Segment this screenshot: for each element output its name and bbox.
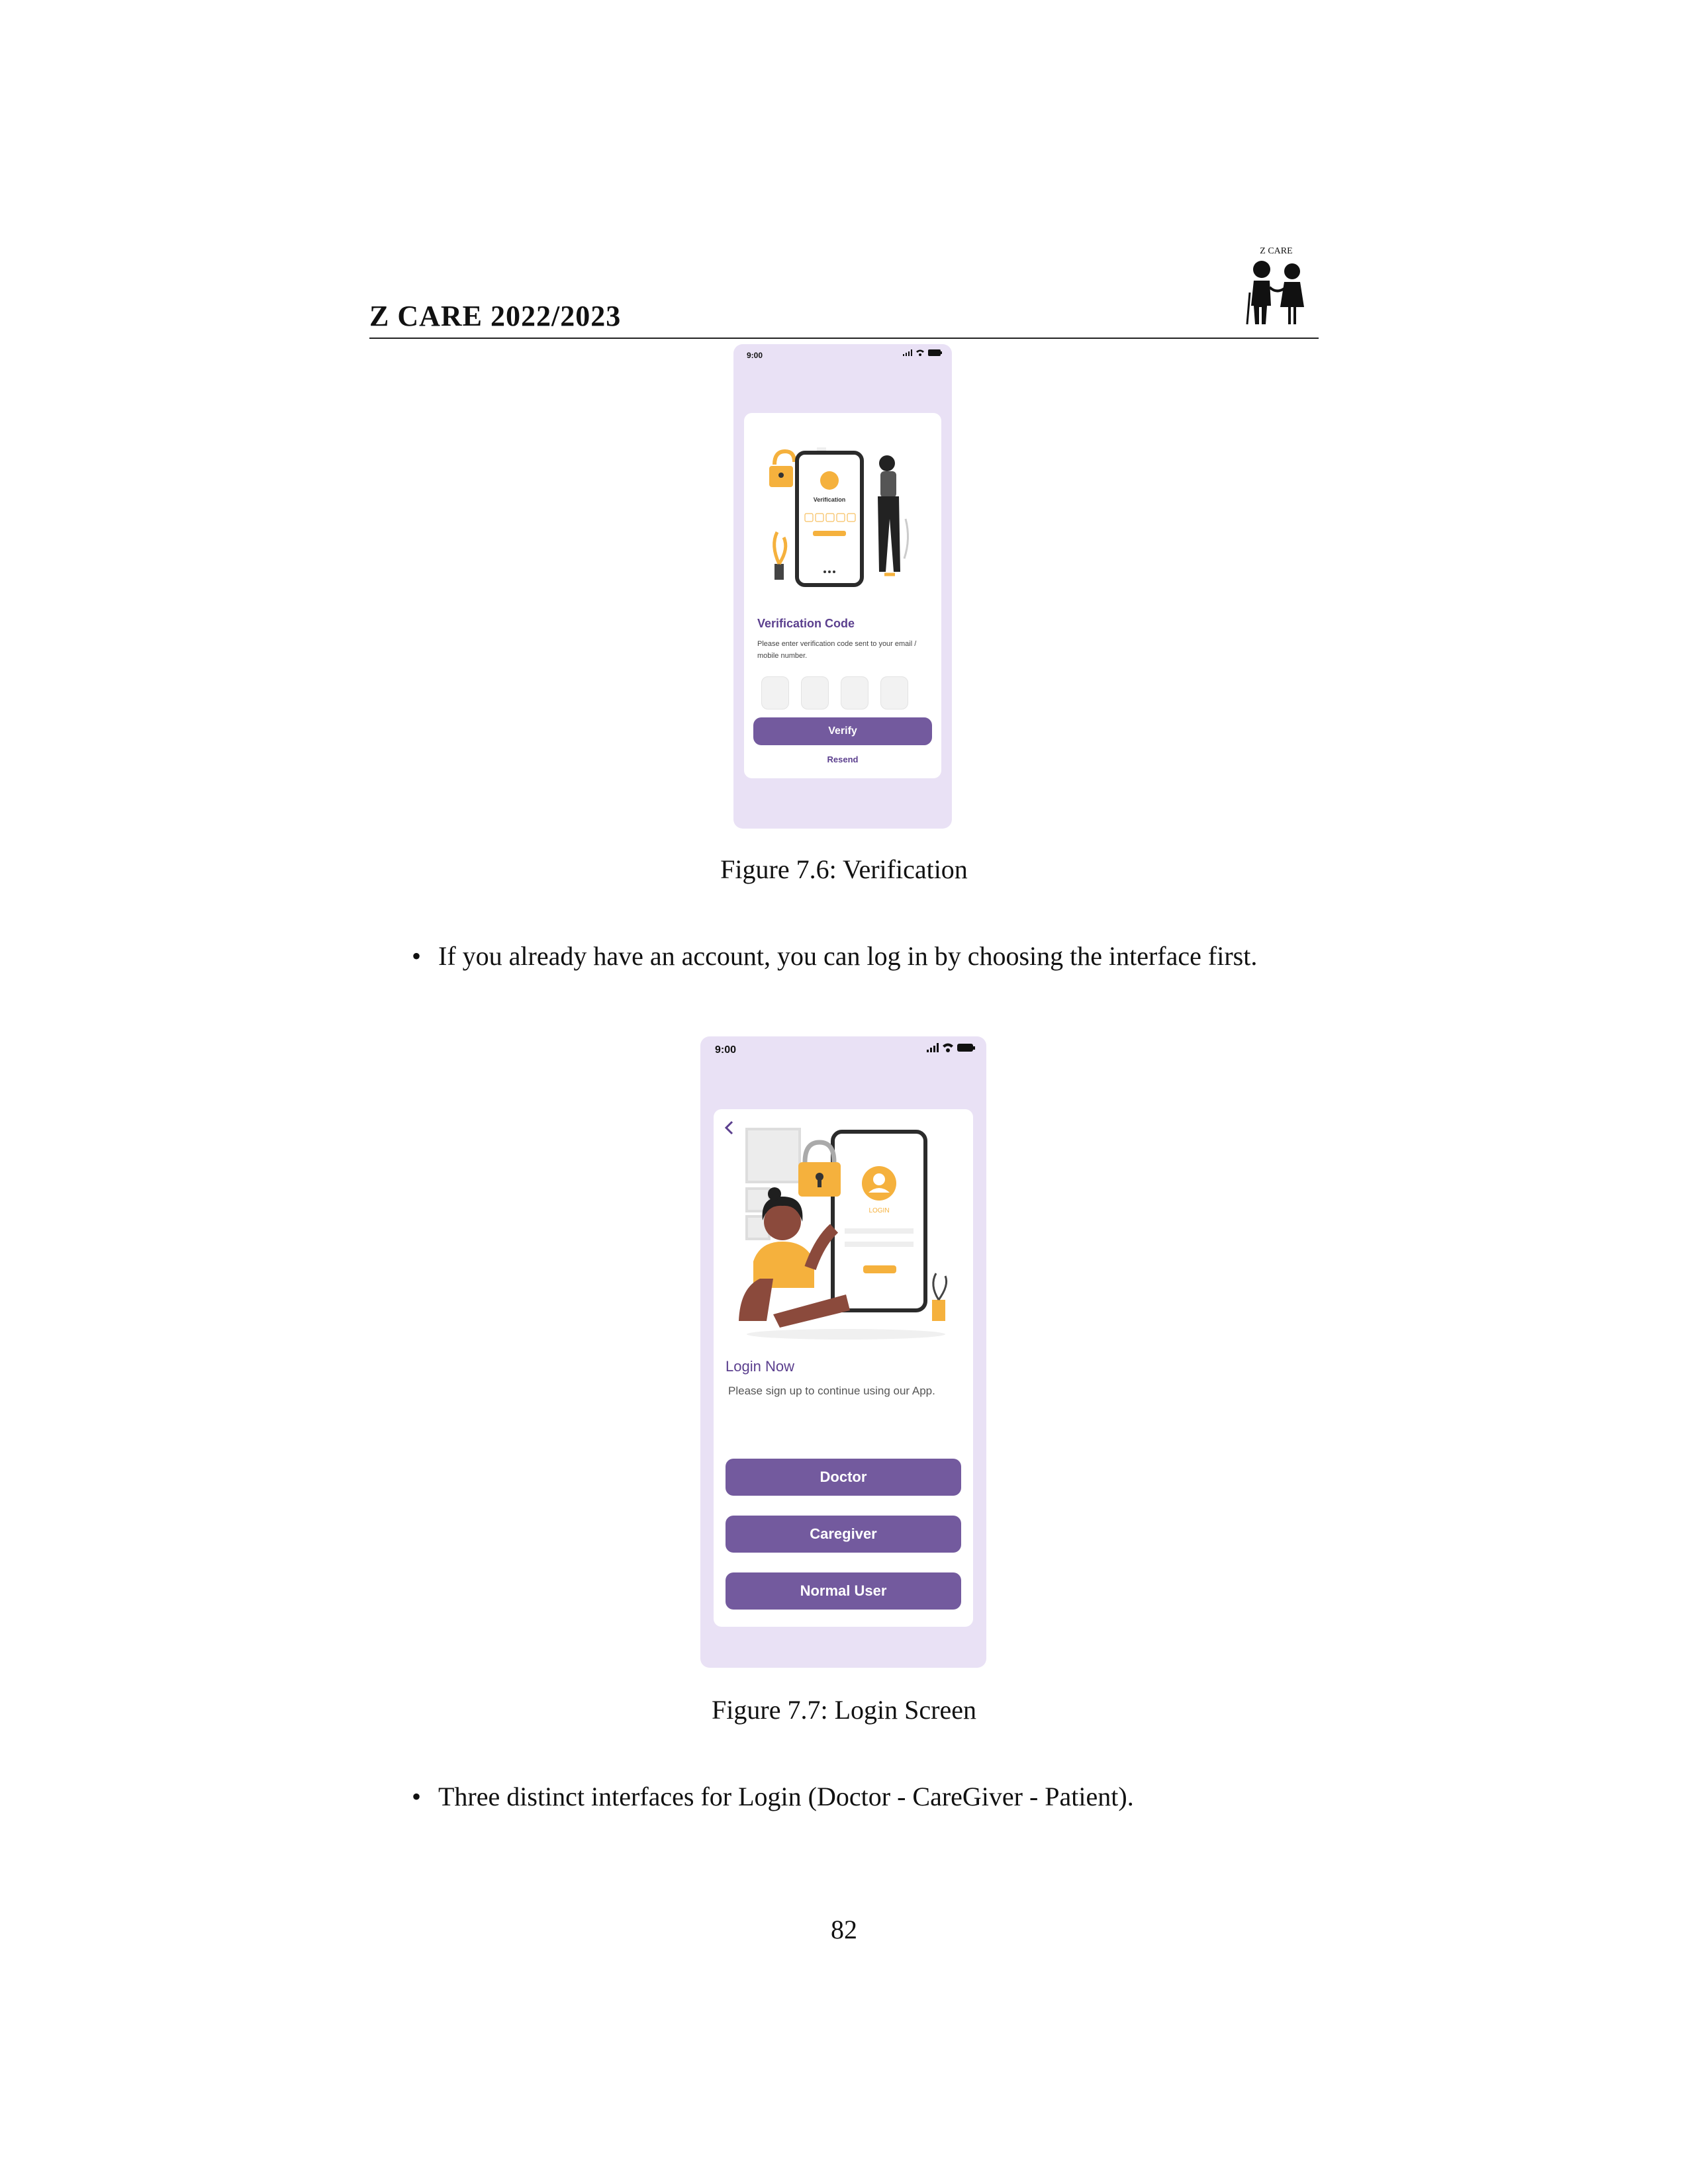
otp-input-1[interactable]: [761, 676, 789, 709]
login-card: LOGIN Login Now Please sign up to contin…: [714, 1109, 973, 1627]
normal-user-button[interactable]: Normal User: [726, 1572, 961, 1610]
bullet-text: If you already have an account, you can …: [438, 941, 1258, 971]
verification-title: Verification Code: [757, 617, 855, 630]
elderly-couple-icon: [1246, 261, 1304, 325]
status-icons: [903, 349, 943, 356]
status-bar: 9:00: [733, 344, 952, 371]
illustration-title: Verification: [814, 496, 846, 503]
verify-button[interactable]: Verify: [753, 717, 932, 745]
wifi-icon: [943, 1043, 953, 1052]
bullet-text: Three distinct interfaces for Login (Doc…: [438, 1782, 1134, 1811]
verification-illustration: Verification: [769, 447, 909, 587]
battery-icon: [957, 1044, 975, 1052]
verification-description: Please enter verification code sent to y…: [757, 640, 917, 660]
battery-icon: [928, 349, 942, 356]
illustration-title: LOGIN: [868, 1207, 889, 1214]
caregiver-button[interactable]: Caregiver: [726, 1516, 961, 1553]
otp-input-3[interactable]: [841, 676, 868, 709]
status-icons: [927, 1043, 976, 1052]
status-time: 9:00: [715, 1044, 737, 1056]
bullet-dot: •: [412, 941, 422, 971]
status-bar: 9:00: [700, 1036, 986, 1069]
doctor-button[interactable]: Doctor: [726, 1459, 961, 1496]
figure-7-6-caption: Figure 7.6: Verification: [720, 854, 968, 884]
login-phone-screenshot: 9:00 LOGIN Login Now Please sign up to c…: [700, 1036, 986, 1668]
bullet-three-interfaces: • Three distinct interfaces for Login (D…: [412, 1780, 1319, 1813]
wifi-icon: [916, 349, 924, 356]
verification-card: Verification Verification Code Please en…: [744, 413, 941, 778]
zcare-logo: Z CARE: [1242, 246, 1311, 328]
otp-input-4[interactable]: [880, 676, 908, 709]
verification-phone-screenshot: 9:00 Verification Verification Code Plea…: [733, 344, 952, 829]
bullet-dot: •: [412, 1782, 422, 1811]
resend-link[interactable]: Resend: [744, 754, 941, 764]
signal-icon: [903, 349, 912, 356]
figure-7-7-caption: Figure 7.7: Login Screen: [712, 1695, 976, 1725]
running-header-title: Z CARE 2022/2023: [369, 300, 622, 332]
header-rule: [369, 338, 1319, 339]
bullet-already-have-account: • If you already have an account, you ca…: [412, 940, 1319, 973]
login-title: Login Now: [726, 1358, 794, 1375]
page-number: 82: [831, 1915, 857, 1944]
signal-icon: [927, 1043, 939, 1052]
otp-input-2[interactable]: [801, 676, 829, 709]
login-description: Please sign up to continue using our App…: [728, 1385, 935, 1397]
logo-text: Z CARE: [1260, 246, 1293, 256]
login-illustration: LOGIN: [739, 1128, 948, 1340]
status-time: 9:00: [747, 351, 763, 360]
